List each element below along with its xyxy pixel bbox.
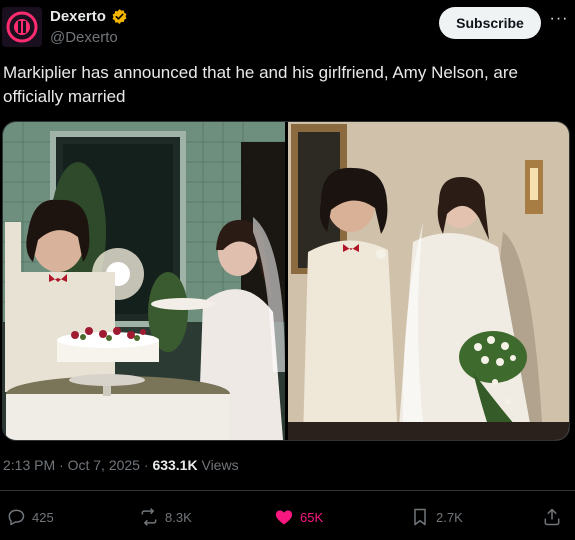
- photo-couple-portrait[interactable]: [288, 122, 569, 440]
- tweet-header: Dexerto @Dexerto Subscribe ···: [0, 0, 575, 58]
- heart-icon: [275, 510, 293, 525]
- dexerto-logo-icon: [2, 7, 42, 47]
- tweet-media[interactable]: [2, 121, 570, 441]
- action-bar: 425 8.3K 65K 2.7K: [0, 503, 575, 531]
- share-icon: [544, 508, 560, 526]
- meta-separator: ·: [59, 457, 64, 473]
- divider: [0, 490, 575, 491]
- views-count: 633.1K: [152, 457, 198, 473]
- bookmark-icon: [414, 508, 426, 526]
- repost-icon: [141, 508, 157, 526]
- subscribe-button[interactable]: Subscribe: [439, 7, 541, 39]
- repost-count: 8.3K: [165, 509, 192, 525]
- repost-button[interactable]: 8.3K: [139, 503, 192, 531]
- share-button[interactable]: [542, 503, 562, 531]
- views-label: Views: [201, 457, 239, 473]
- handle[interactable]: @Dexerto: [50, 29, 118, 46]
- tweet-text: Markiplier has announced that he and his…: [3, 63, 519, 106]
- like-count: 65K: [300, 509, 324, 525]
- bookmark-count: 2.7K: [436, 509, 463, 525]
- tweet-date[interactable]: Oct 7, 2025: [68, 457, 140, 473]
- avatar[interactable]: [2, 7, 42, 47]
- more-options-icon[interactable]: ···: [549, 11, 569, 32]
- reply-count: 425: [32, 509, 54, 525]
- verified-badge-icon[interactable]: [111, 8, 128, 25]
- bookmark-button[interactable]: 2.7K: [410, 503, 463, 531]
- display-name[interactable]: Dexerto: [50, 8, 106, 25]
- meta-separator: ·: [143, 457, 149, 473]
- reply-button[interactable]: 425: [6, 503, 54, 531]
- tweet-meta: 2:13 PM · Oct 7, 2025 · 633.1K Views: [3, 457, 239, 473]
- reply-icon: [8, 509, 25, 526]
- photo-cake-cutting[interactable]: [3, 122, 285, 440]
- name-row: Dexerto: [50, 8, 128, 25]
- tweet-time[interactable]: 2:13 PM: [3, 457, 55, 473]
- wedding-photos: [3, 122, 569, 440]
- like-button[interactable]: 65K: [274, 503, 323, 531]
